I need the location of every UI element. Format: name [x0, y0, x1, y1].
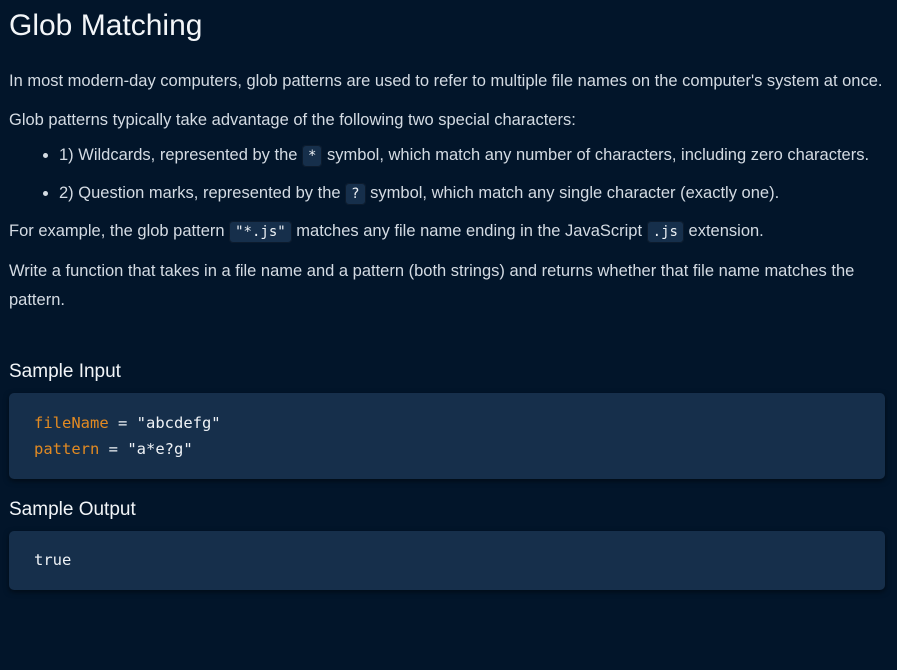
operator: =: [108, 414, 137, 432]
sample-output-block: true: [9, 531, 885, 590]
lead-paragraph: Glob patterns typically take advantage o…: [9, 111, 576, 129]
output-value: true: [34, 551, 72, 569]
text: symbol, which match any number of charac…: [322, 146, 870, 164]
variable-name: pattern: [34, 440, 100, 458]
text: 1) Wildcards, represented by the: [59, 146, 303, 164]
special-characters-list: 1) Wildcards, represented by the * symbo…: [9, 141, 885, 209]
sample-output-heading: Sample Output: [9, 499, 136, 520]
text: For example, the glob pattern: [9, 222, 230, 240]
operator: =: [99, 440, 128, 458]
intro-paragraph: In most modern-day computers, glob patte…: [9, 72, 883, 90]
inline-code: *: [302, 145, 323, 167]
inline-code: .js: [646, 221, 684, 243]
task-paragraph: Write a function that takes in a file na…: [9, 262, 855, 309]
text: symbol, which match any single character…: [365, 184, 780, 202]
text: matches any file name ending in the Java…: [291, 222, 647, 240]
page-title: Glob Matching: [9, 9, 203, 42]
content: Glob Matching In most modern-day compute…: [0, 0, 897, 590]
string-value: "a*e?g": [127, 440, 193, 458]
inline-code: ?: [345, 183, 366, 205]
text: extension.: [683, 222, 764, 240]
string-value: "abcdefg": [136, 414, 221, 432]
list-item: 2) Question marks, represented by the ? …: [59, 179, 885, 209]
inline-code: "*.js": [229, 221, 292, 243]
list-item: 1) Wildcards, represented by the * symbo…: [59, 141, 885, 171]
variable-name: fileName: [34, 414, 109, 432]
sample-input-block: fileName = "abcdefg" pattern = "a*e?g": [9, 393, 885, 479]
sample-input-heading: Sample Input: [9, 361, 121, 382]
example-paragraph: For example, the glob pattern "*.js" mat…: [9, 217, 885, 247]
text: 2) Question marks, represented by the: [59, 184, 346, 202]
code-line: pattern = "a*e?g": [34, 436, 860, 462]
code-line: fileName = "abcdefg": [34, 410, 860, 436]
